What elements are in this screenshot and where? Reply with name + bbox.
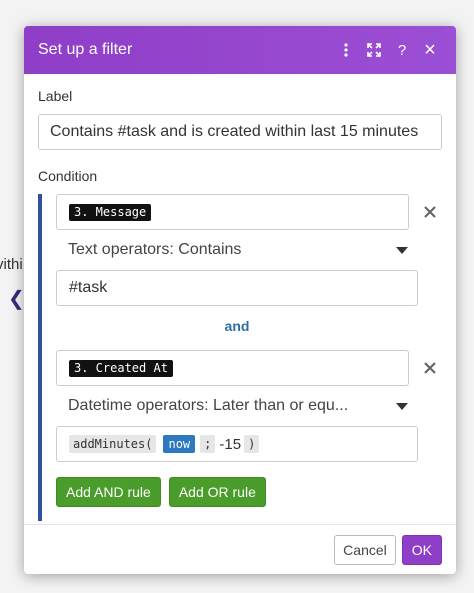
condition-block: 3. Message Text operators: Contains #tas… [38, 194, 442, 521]
add-or-rule-button[interactable]: Add OR rule [168, 477, 266, 507]
ok-button[interactable]: OK [401, 534, 442, 565]
condition-1-operator-select[interactable]: Text operators: Contains [56, 230, 418, 270]
condition-1-value-input[interactable]: #task [56, 270, 418, 306]
condition-2-field-row: 3. Created At [56, 350, 442, 386]
dialog-header: Set up a filter ? × [24, 26, 456, 74]
dialog-footer: Cancel OK [24, 524, 456, 574]
add-and-rule-button[interactable]: Add AND rule [56, 477, 161, 507]
more-vertical-icon[interactable] [332, 36, 360, 64]
help-icon[interactable]: ? [388, 36, 416, 64]
condition-1-field-row: 3. Message [56, 194, 442, 230]
function-pill[interactable]: addMinutes( [69, 435, 157, 453]
condition-2-operator-select[interactable]: Datetime operators: Later than or equ... [56, 386, 418, 426]
condition-2-field-input[interactable]: 3. Created At [56, 350, 409, 386]
operator-label: Datetime operators: Later than or equ... [68, 397, 349, 414]
operator-label: Text operators: Contains [68, 241, 242, 258]
cancel-button[interactable]: Cancel [334, 534, 396, 565]
chevron-down-icon [396, 246, 408, 254]
field-tag-pill[interactable]: 3. Message [69, 203, 152, 221]
separator-pill[interactable]: ; [200, 435, 216, 453]
close-paren-pill[interactable]: ) [244, 435, 260, 453]
expand-icon[interactable] [360, 36, 388, 64]
remove-condition-2-icon[interactable] [419, 356, 442, 380]
label-input[interactable]: Contains #task and is created within las… [38, 114, 442, 150]
label-field-label: Label [38, 88, 73, 104]
and-separator: and [224, 318, 250, 334]
filter-dialog: Set up a filter ? × Label Contains #task… [24, 26, 456, 574]
condition-2-value-input[interactable]: addMinutes( now ; -15 ) [56, 426, 418, 462]
field-tag-pill[interactable]: 3. Created At [69, 359, 173, 377]
condition-1-field-input[interactable]: 3. Message [56, 194, 409, 230]
keyword-pill[interactable]: now [163, 435, 196, 453]
condition-label: Condition [38, 168, 98, 184]
rule-buttons: Add AND rule Add OR rule [56, 477, 442, 521]
number-value: -15 [219, 435, 242, 453]
dialog-title: Set up a filter [38, 41, 133, 58]
remove-condition-1-icon[interactable] [419, 200, 442, 224]
chevron-down-icon [396, 402, 408, 410]
background-text: vithi [0, 256, 23, 273]
close-icon[interactable]: × [416, 36, 444, 64]
